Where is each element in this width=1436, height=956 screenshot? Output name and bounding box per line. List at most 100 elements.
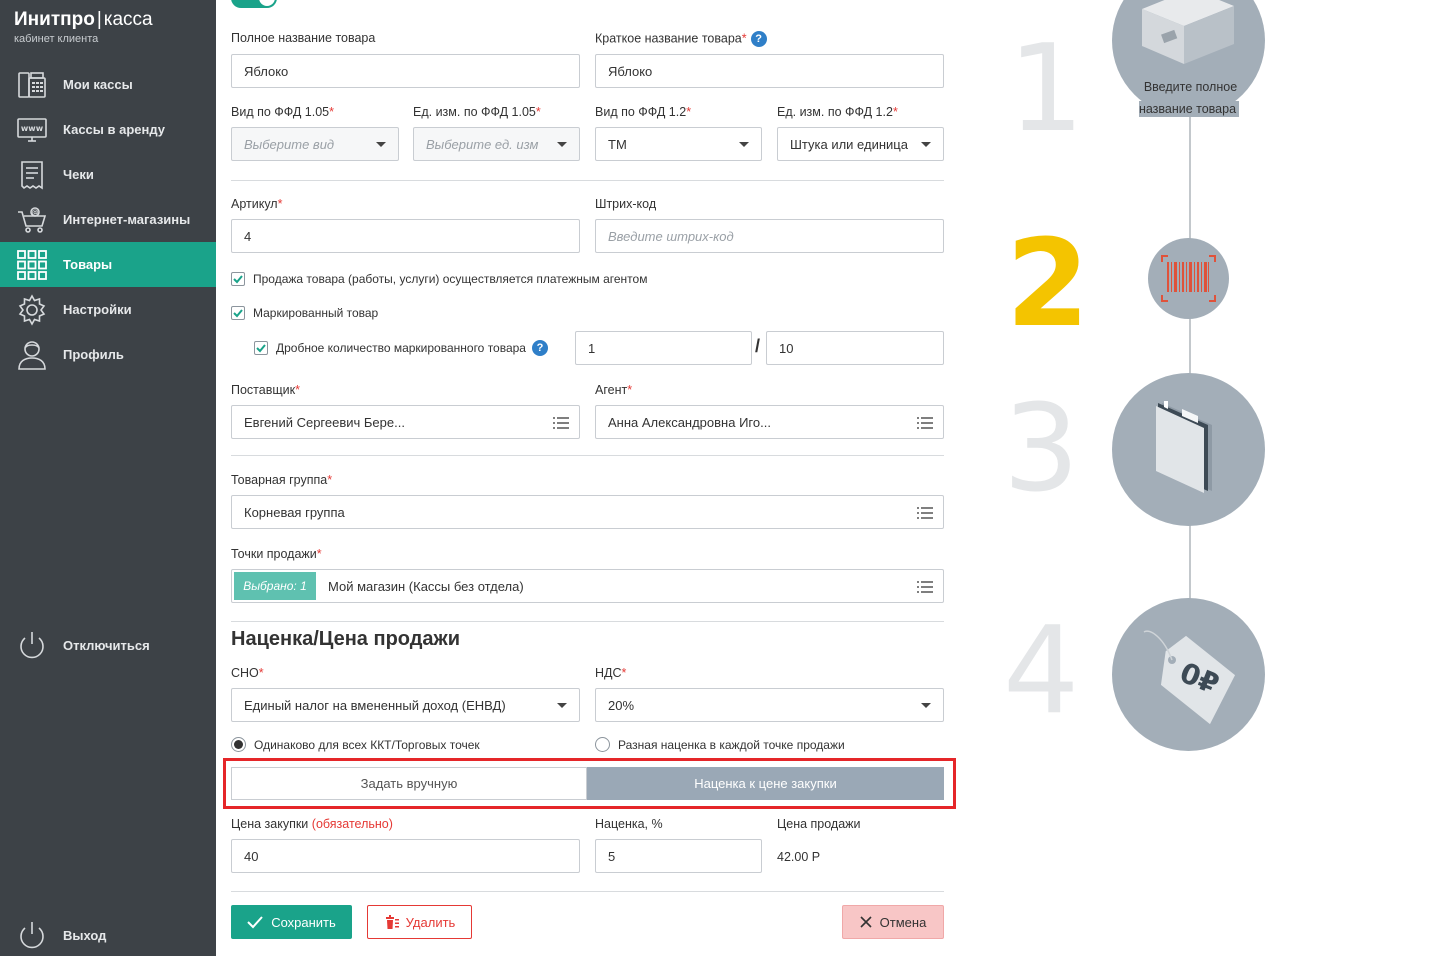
toggle-switch[interactable] — [231, 0, 277, 8]
grid-icon — [15, 248, 49, 282]
marked-product-checkbox[interactable]: Маркированный товар — [231, 306, 378, 320]
sidebar-item-my-cashboxes[interactable]: Мои кассы — [0, 62, 216, 107]
sidebar: Инитпро | касса кабинет клиента Мои кассы … — [0, 0, 216, 956]
sidebar-item-label: Интернет-магазины — [63, 212, 191, 227]
check-icon — [233, 309, 243, 318]
cancel-button[interactable]: Отмена — [842, 905, 944, 939]
ffd12-unit-select[interactable]: Штука или единица — [777, 127, 944, 161]
article-input[interactable]: 4 — [231, 219, 580, 253]
fraction-numerator-input[interactable]: 1 — [575, 331, 752, 365]
sidebar-item-online-stores[interactable]: @ Интернет-магазины — [0, 197, 216, 242]
ffd12-kind-label: Вид по ФФД 1.2* — [595, 105, 692, 119]
full-name-label: Полное название товара — [231, 31, 376, 45]
list-icon[interactable] — [917, 507, 933, 519]
sno-select[interactable]: Единый налог на вмененный доход (ЕНВД) — [231, 688, 580, 722]
markup-on-purchase-button[interactable]: Наценка к цене закупки — [587, 767, 944, 800]
sidebar-item-label: Мои кассы — [63, 77, 133, 92]
sidebar-item-receipts[interactable]: Чеки — [0, 152, 216, 197]
help-icon[interactable]: ? — [531, 340, 548, 356]
radio-same-markup[interactable]: Одинаково для всех ККТ/Торговых точек — [231, 737, 480, 752]
divider — [231, 621, 944, 622]
checkbox-box[interactable] — [231, 306, 245, 320]
sale-points-select[interactable]: Выбрано: 1 Мой магазин (Кассы без отдела… — [231, 569, 944, 603]
brand-separator: | — [96, 9, 102, 30]
vat-select[interactable]: 20% — [595, 688, 944, 722]
sidebar-item-products[interactable]: Товары — [0, 242, 216, 287]
check-icon — [247, 916, 263, 929]
sidebar-item-label: Кассы в аренду — [63, 122, 165, 137]
ffd105-kind-label: Вид по ФФД 1.05* — [231, 105, 335, 119]
sidebar-item-label: Товары — [63, 257, 113, 272]
set-manually-button[interactable]: Задать вручную — [231, 767, 587, 800]
power-icon — [15, 629, 49, 663]
checkbox-box[interactable] — [231, 272, 245, 286]
radio-dot[interactable] — [595, 737, 610, 752]
brand-logo[interactable]: Инитпро | касса кабинет клиента — [14, 9, 153, 45]
barcode-label: Штрих-код — [595, 197, 657, 211]
trash-icon — [385, 915, 399, 929]
svg-text:@: @ — [32, 208, 39, 216]
ffd105-unit-select[interactable]: Выберите ед. изм — [413, 127, 580, 161]
sale-price-label: Цена продажи — [777, 817, 861, 831]
chevron-down-icon — [376, 142, 386, 147]
fraction-slash: / — [755, 336, 761, 356]
user-icon — [15, 338, 49, 372]
gear-icon — [15, 293, 49, 327]
check-icon — [256, 344, 266, 353]
list-icon[interactable] — [553, 417, 569, 429]
fractional-quantity-checkbox[interactable]: Дробное количество маркированного товара… — [254, 340, 548, 356]
agent-select[interactable]: Анна Александровна Иго... — [595, 405, 944, 439]
product-form: Полное название товара Яблоко Краткое на… — [216, 0, 970, 956]
supplier-label: Поставщик* — [231, 383, 300, 397]
sale-price-value: 42.00 Р — [777, 850, 821, 864]
fraction-denominator-input[interactable]: 10 — [766, 331, 944, 365]
sidebar-bottom-disconnect: Отключиться — [0, 623, 216, 668]
chevron-down-icon — [921, 703, 931, 708]
ffd12-kind-select[interactable]: ТМ — [595, 127, 762, 161]
list-icon[interactable] — [917, 417, 933, 429]
vat-label: НДС* — [595, 666, 627, 680]
save-button[interactable]: Сохранить — [231, 905, 352, 939]
sidebar-item-profile[interactable]: Профиль — [0, 332, 216, 377]
delete-button[interactable]: Удалить — [367, 905, 472, 939]
purchase-price-input[interactable]: 40 — [231, 839, 580, 873]
full-name-input[interactable]: Яблоко — [231, 54, 580, 88]
short-name-label: Краткое название товара*? — [595, 31, 767, 47]
markup-label: Наценка, % — [595, 817, 663, 831]
cash-register-icon — [15, 68, 49, 102]
receipt-icon — [15, 158, 49, 192]
sidebar-item-settings[interactable]: Настройки — [0, 287, 216, 332]
purchase-price-label: Цена закупки (обязательно) — [231, 817, 393, 831]
www-monitor-icon: www — [15, 113, 49, 147]
sno-label: СНО* — [231, 666, 264, 680]
list-icon[interactable] — [917, 581, 933, 593]
sidebar-item-rent-cashboxes[interactable]: www Кассы в аренду — [0, 107, 216, 152]
radio-different-markup[interactable]: Разная наценка в каждой точке продажи — [595, 737, 845, 752]
step-number-3: 3 — [1003, 380, 1080, 519]
logout-button[interactable]: Выход — [0, 913, 216, 956]
sale-points-label: Точки продажи* — [231, 547, 322, 561]
agent-sale-checkbox[interactable]: Продажа товара (работы, услуги) осуществ… — [231, 272, 647, 286]
folder-icon — [1156, 401, 1212, 493]
ffd105-unit-label: Ед. изм. по ФФД 1.05* — [413, 105, 541, 119]
step-circle-3[interactable] — [1112, 373, 1265, 526]
checkbox-box[interactable] — [254, 341, 268, 355]
supplier-select[interactable]: Евгений Сергеевич Бере... — [231, 405, 580, 439]
chevron-down-icon — [557, 703, 567, 708]
barcode-input[interactable]: Введите штрих-код — [595, 219, 944, 253]
radio-dot[interactable] — [231, 737, 246, 752]
markup-input[interactable]: 5 — [595, 839, 762, 873]
brand-caption: кабинет клиента — [14, 33, 99, 45]
step-number-4: 4 — [1003, 602, 1080, 741]
product-group-select[interactable]: Корневая группа — [231, 495, 944, 529]
disconnect-button[interactable]: Отключиться — [0, 623, 216, 668]
short-name-input[interactable]: Яблоко — [595, 54, 944, 88]
cart-icon: @ — [15, 203, 49, 237]
step-circle-4[interactable]: 0₽ — [1112, 598, 1265, 751]
ffd105-kind-select[interactable]: Выберите вид — [231, 127, 399, 161]
help-icon[interactable]: ? — [750, 31, 767, 47]
brand-sub: касса — [103, 9, 153, 30]
step-circle-2[interactable] — [1148, 238, 1229, 319]
article-label: Артикул* — [231, 197, 283, 211]
chevron-down-icon — [739, 142, 749, 147]
